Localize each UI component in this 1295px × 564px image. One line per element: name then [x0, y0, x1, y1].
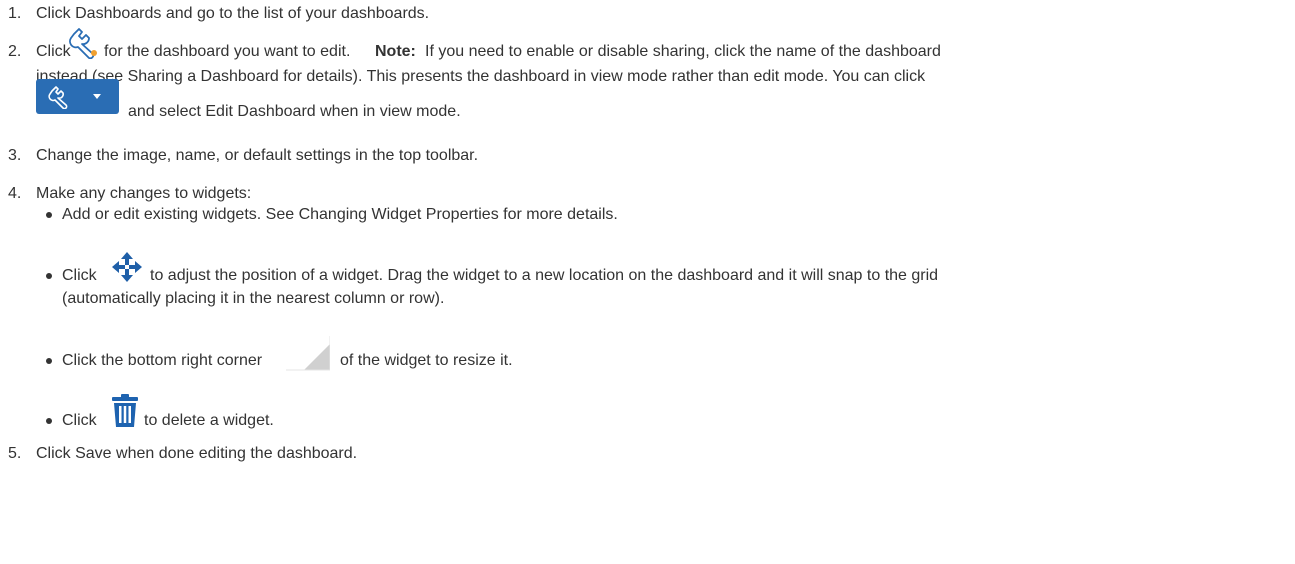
trash-icon: [112, 394, 138, 427]
step-2-line-2: instead (see Sharing a Dashboard for det…: [36, 67, 925, 87]
list-item-text: Add or edit existing widgets. See Changi…: [62, 206, 618, 223]
list-item: Click: [62, 266, 97, 286]
step-text: Click Save when done editing the dashboa…: [36, 445, 358, 462]
list-item-text: to delete a widget.: [144, 412, 274, 429]
list-item-cont: to delete a widget.: [144, 411, 274, 431]
list-item-text: Click: [62, 412, 97, 429]
step-number: 3.: [8, 147, 22, 164]
wrench-icon: [48, 86, 68, 109]
list-item-text: (automatically placing it in the nearest…: [62, 290, 445, 307]
step-number: 5.: [8, 445, 22, 462]
bullet: [46, 358, 52, 364]
bullet: [46, 212, 52, 218]
move-arrows-icon: [112, 252, 142, 282]
list-item-cont: (automatically placing it in the nearest…: [62, 289, 444, 309]
step-number: 2.: [8, 43, 22, 60]
step-text: and select Edit Dashboard when in view m…: [128, 103, 461, 120]
list-item: Add or edit existing widgets. See Changi…: [62, 205, 618, 225]
list-item-text: to adjust the position of a widget. Drag…: [150, 267, 939, 284]
step-text: for the dashboard you want to edit.: [104, 43, 351, 60]
step-text: Change the image, name, or default setti…: [36, 147, 479, 164]
list-item-cont: of the widget to resize it.: [340, 351, 513, 371]
list-item-text: Click: [62, 267, 97, 284]
step-number: 4.: [8, 185, 22, 202]
list-item: Click the bottom right corner: [62, 351, 262, 371]
step-text: If you need to enable or disable sharing…: [425, 43, 941, 60]
step-2-line-3: and select Edit Dashboard when in view m…: [128, 102, 461, 122]
list-item-text: of the widget to resize it.: [340, 352, 513, 369]
list-item-text: Click the bottom right corner: [62, 352, 263, 369]
bullet: [46, 273, 52, 279]
resize-corner-icon: [286, 336, 330, 371]
wrench-dropdown-button[interactable]: [36, 79, 119, 114]
bullet: [46, 418, 52, 424]
step-text: Click: [36, 43, 71, 60]
note-label: Note:: [375, 43, 416, 60]
step-text: Click Dashboards and go to the list of y…: [36, 5, 430, 22]
chevron-down-icon: [93, 94, 101, 99]
list-item: Click: [62, 411, 97, 431]
step-number: 1.: [8, 5, 22, 22]
step-text: Make any changes to widgets:: [36, 185, 252, 202]
step-text: instead (see Sharing a Dashboard for det…: [36, 68, 926, 85]
wrench-icon: [69, 28, 97, 59]
list-item-cont: to adjust the position of a widget. Drag…: [150, 266, 938, 286]
